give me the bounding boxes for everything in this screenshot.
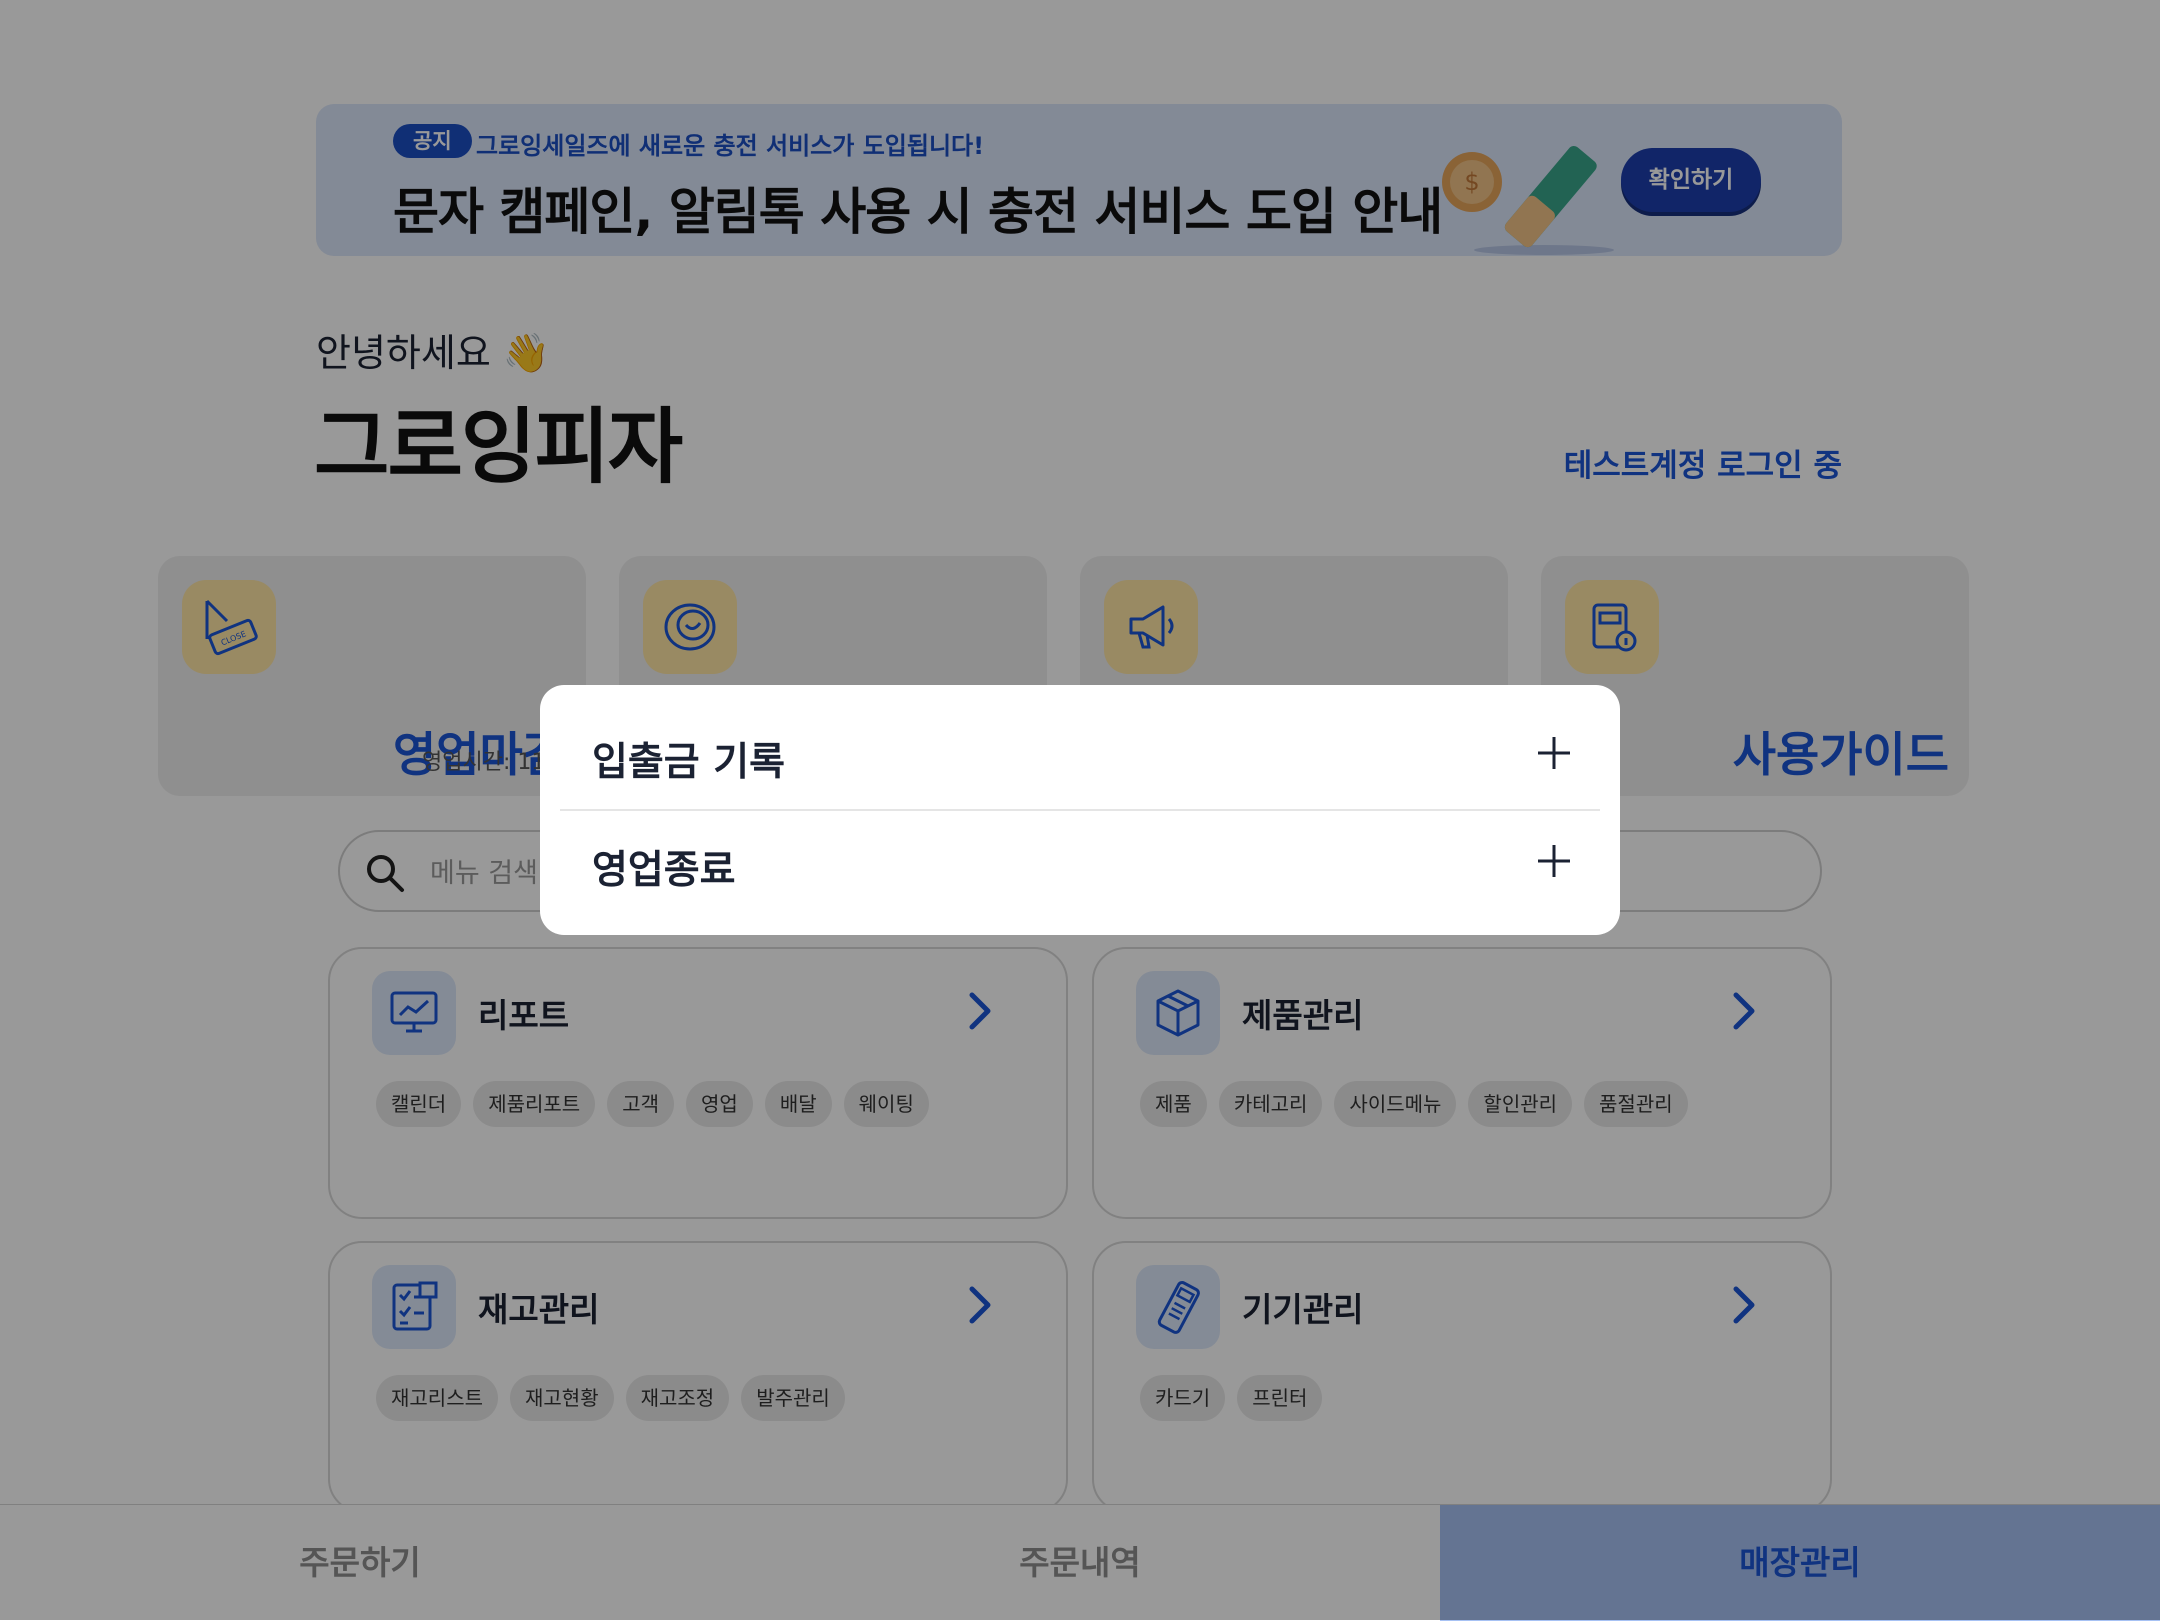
action-item-label: 입출금 기록 [592, 740, 785, 785]
action-item-label: 영업종료 [592, 848, 736, 893]
plus-icon[interactable] [1534, 733, 1574, 773]
action-sheet: 입출금 기록 영업종료 [540, 685, 1620, 935]
plus-icon[interactable] [1534, 841, 1574, 881]
action-item-end-business[interactable]: 영업종료 [560, 811, 1600, 917]
action-item-cash-record[interactable]: 입출금 기록 [560, 703, 1600, 809]
